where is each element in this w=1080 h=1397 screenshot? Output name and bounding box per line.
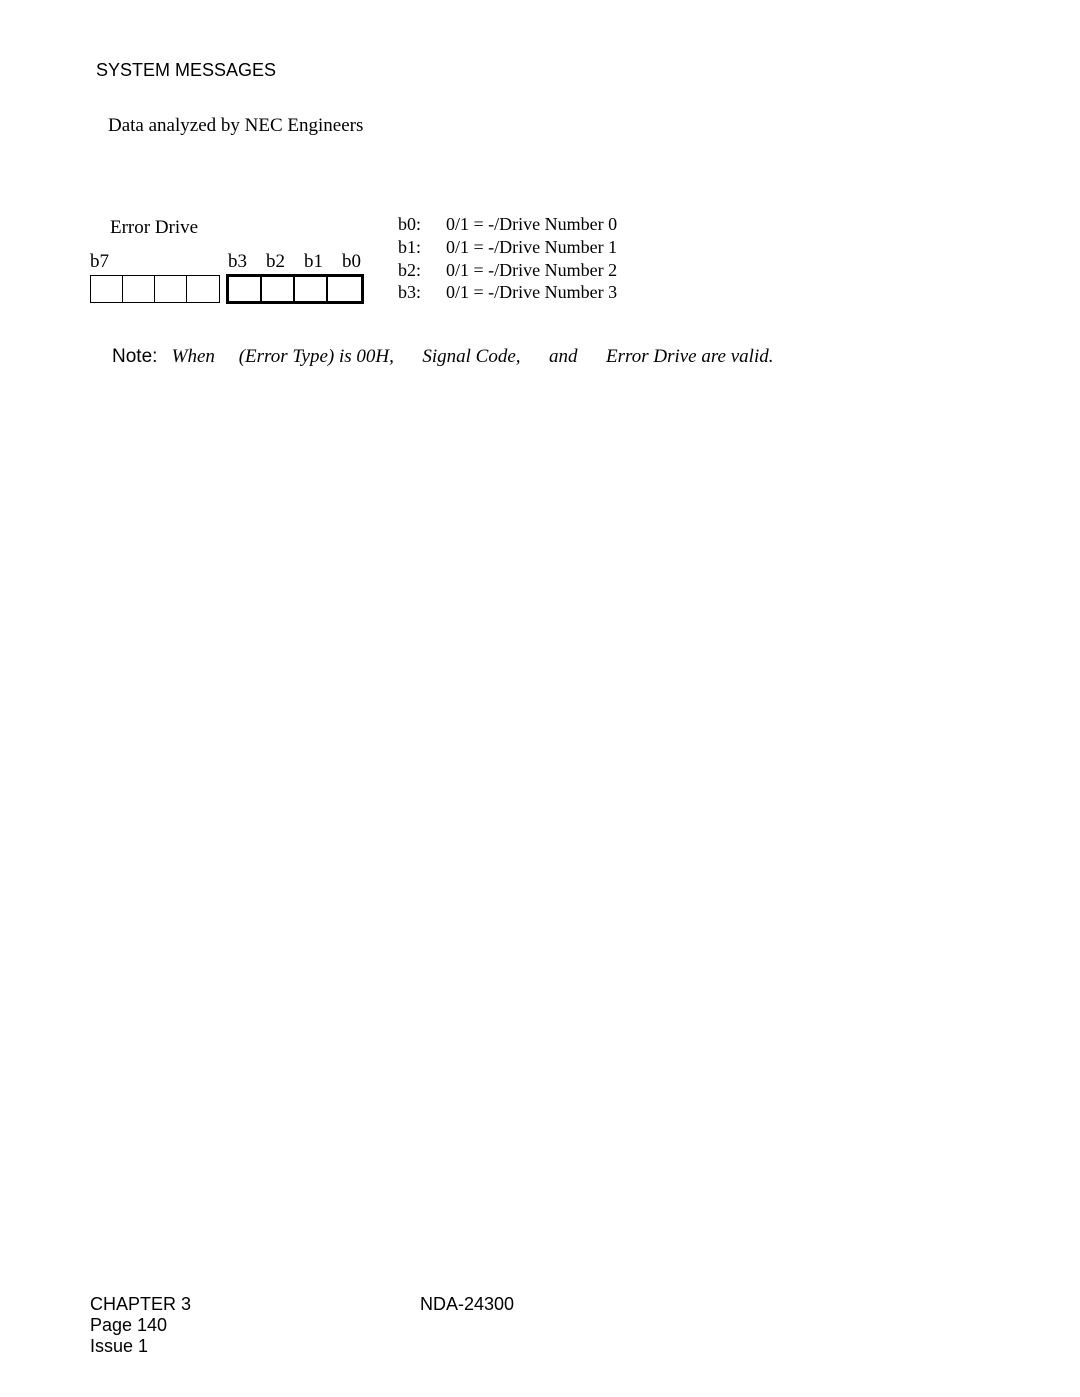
document-page: SYSTEM MESSAGES Data analyzed by NEC Eng… [0,0,1080,1397]
bit-value: 0/1 = -/Drive Number 3 [446,283,617,303]
bit-cell [91,276,123,302]
footer-page: Page 140 [90,1315,191,1336]
note-text-c: Signal Code, [422,346,520,367]
bit-value: 0/1 = -/Drive Number 2 [446,261,617,281]
footer-left: CHAPTER 3 Page 140 Issue 1 [90,1294,191,1357]
footer-issue: Issue 1 [90,1336,191,1357]
footer-doc-number: NDA-24300 [420,1294,514,1315]
bits3-0-labels: b3 b2 b1 b0 [228,251,361,273]
bit-key: b0: [398,215,428,235]
bit-def-row: b2: 0/1 = -/Drive Number 2 [398,261,617,281]
bit-def-row: b1: 0/1 = -/Drive Number 1 [398,238,617,258]
bit-definitions: b0: 0/1 = -/Drive Number 0 b1: 0/1 = -/D… [398,215,617,306]
note-text-b: (Error Type) is 00H, [239,346,394,367]
bit-key: b2: [398,261,428,281]
error-drive-label: Error Drive [110,217,198,239]
bit-cell [123,276,155,302]
bit-cell [328,277,361,301]
subtitle: Data analyzed by NEC Engineers [108,115,990,137]
bit-cell [262,277,295,301]
bit-value: 0/1 = -/Drive Number 0 [446,215,617,235]
note-line: Note: When (Error Type) is 00H, Signal C… [112,346,990,368]
bit7-label: b7 [90,251,109,273]
bit-def-row: b3: 0/1 = -/Drive Number 3 [398,283,617,303]
bits7-4-cells [90,275,220,303]
footer-chapter: CHAPTER 3 [90,1294,191,1315]
bit-key: b3: [398,283,428,303]
byte-cells [90,275,364,304]
note-label: Note: [112,346,157,367]
bit-cell [155,276,187,302]
bit-cell [229,277,262,301]
bits3-0-cells [226,274,364,304]
bit-def-row: b0: 0/1 = -/Drive Number 0 [398,215,617,235]
page-footer: CHAPTER 3 Page 140 Issue 1 NDA-24300 [90,1294,990,1357]
bit-cell [187,276,219,302]
page-title: SYSTEM MESSAGES [96,60,990,81]
note-text-a: When [172,346,220,367]
note-text-e: Error Drive are valid. [606,346,773,367]
error-drive-diagram: Error Drive b7 b3 b2 b1 b0 [90,217,990,306]
note-text-d: and [549,346,578,367]
bit-key: b1: [398,238,428,258]
bit-cell [295,277,328,301]
bit-value: 0/1 = -/Drive Number 1 [446,238,617,258]
